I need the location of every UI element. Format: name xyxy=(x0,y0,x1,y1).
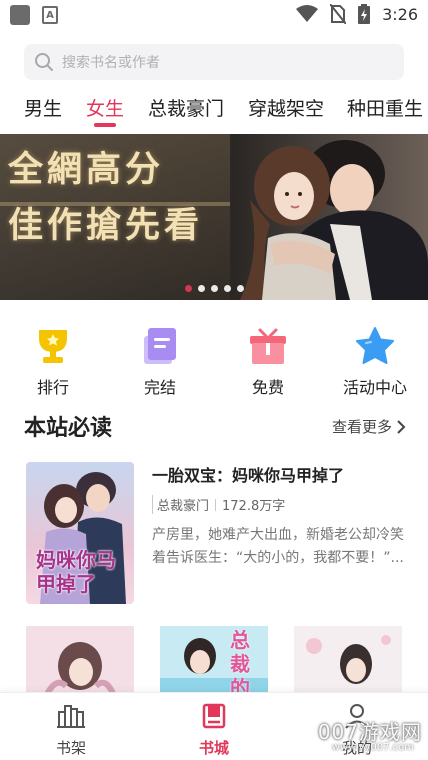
entry-finished[interactable]: 完结 xyxy=(110,326,210,398)
category-tabs: 男生 女生 总裁豪门 穿越架空 种田重生 xyxy=(0,90,428,127)
active-tab-indicator xyxy=(94,123,116,127)
carousel-dot[interactable] xyxy=(210,285,218,292)
view-more-label: 查看更多 xyxy=(331,418,392,436)
search-input[interactable]: 搜索书名或作者 xyxy=(24,44,404,80)
entry-events-label: 活动中心 xyxy=(342,378,407,397)
book-cover-2[interactable] xyxy=(26,626,134,696)
book-cover-3-title: 总裁的 xyxy=(230,628,250,696)
book-word-count: 172.8万字 xyxy=(222,499,286,514)
entry-ranking-label: 排行 xyxy=(36,378,69,397)
search-icon xyxy=(35,53,53,71)
book-title[interactable]: 一胎双宝：妈咪你马甲掉了 xyxy=(152,462,344,486)
nav-bookstore[interactable]: 书城 xyxy=(174,703,254,758)
book-cover-4[interactable] xyxy=(294,626,402,696)
battery-icon xyxy=(358,4,371,24)
watermark-logo: 007游戏网 xyxy=(317,720,422,744)
carousel-dots xyxy=(0,285,428,292)
book-meta: 总裁豪门 172.8万字 xyxy=(152,495,285,514)
nav-bookshelf[interactable]: 书架 xyxy=(31,703,111,758)
status-time: 3:26 xyxy=(382,4,418,24)
meta-divider xyxy=(215,498,217,511)
gift-icon xyxy=(248,326,288,366)
tab-ceo-romance[interactable]: 总裁豪门 xyxy=(148,94,224,121)
app-notification-icon: A xyxy=(42,6,58,24)
book-cover-3[interactable]: 总裁的 xyxy=(160,626,268,696)
section-title: 本站必读 xyxy=(24,416,113,441)
bookshelf-icon xyxy=(57,705,85,728)
tab-female[interactable]: 女生 xyxy=(86,94,124,121)
carousel-dot[interactable] xyxy=(223,285,231,292)
entry-free[interactable]: 免费 xyxy=(218,326,318,398)
entry-free-label: 免费 xyxy=(251,378,284,397)
book-description: 产房里，她难产大出血，新婚老公却冷笑着告诉医生：“大的小的，我都不要！”... xyxy=(152,527,404,566)
view-more-link[interactable]: 查看更多 xyxy=(332,416,406,437)
banner-line-1: 全網高分 xyxy=(8,149,165,190)
banner-headline: 全網高分 佳作搶先看 xyxy=(8,142,223,254)
no-sim-icon xyxy=(330,4,347,24)
watermark-url: www.yy007.com xyxy=(331,742,414,753)
search-placeholder: 搜索书名或作者 xyxy=(62,55,160,71)
book-cover[interactable]: 妈咪你马甲掉了 xyxy=(26,462,134,604)
nav-bookstore-label: 书城 xyxy=(198,739,229,757)
book-category: 总裁豪门 xyxy=(152,495,215,514)
tab-farming-rebirth[interactable]: 种田重生 xyxy=(347,94,423,121)
carousel-dot[interactable] xyxy=(184,285,192,292)
quick-entries: 排行 完结 免费 活动中心 xyxy=(0,326,428,398)
chevron-right-icon xyxy=(397,419,406,434)
carousel-dot[interactable] xyxy=(197,285,205,292)
wifi-icon xyxy=(296,5,319,22)
banner-line-2: 佳作搶先看 xyxy=(8,205,204,246)
bookstore-icon xyxy=(202,703,226,729)
cover-title: 妈咪你马甲掉了 xyxy=(36,548,116,596)
status-bar: A 3:26 xyxy=(0,0,428,30)
entry-ranking[interactable]: 排行 xyxy=(3,326,103,398)
nav-bookshelf-label: 书架 xyxy=(55,739,86,757)
book-icon xyxy=(140,326,180,366)
tab-male[interactable]: 男生 xyxy=(24,94,62,121)
notification-square-icon xyxy=(10,5,30,25)
promo-banner[interactable]: 全網高分 佳作搶先看 xyxy=(0,134,428,300)
carousel-dot[interactable] xyxy=(236,285,244,292)
entry-events[interactable]: 活动中心 xyxy=(325,326,425,398)
star-icon xyxy=(355,326,395,366)
entry-finished-label: 完结 xyxy=(143,378,176,397)
trophy-icon xyxy=(33,326,73,366)
tab-time-travel[interactable]: 穿越架空 xyxy=(248,94,324,121)
